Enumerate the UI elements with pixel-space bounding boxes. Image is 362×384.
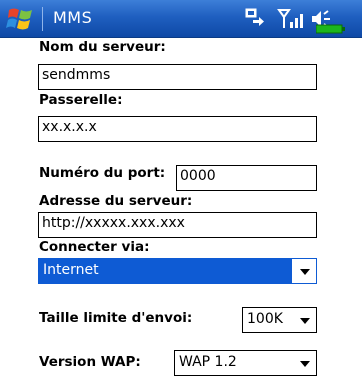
send-limit-label: Taille limite d'envoi: xyxy=(39,310,193,326)
wap-version-value: WAP 1.2 xyxy=(179,354,237,370)
battery-icon[interactable] xyxy=(316,24,346,34)
windows-start-icon[interactable] xyxy=(6,6,34,32)
server-address-label: Adresse du serveur: xyxy=(39,193,193,209)
connect-via-value: Internet xyxy=(43,262,99,278)
wap-version-select[interactable]: WAP 1.2 xyxy=(174,350,317,376)
port-label: Numéro du port: xyxy=(39,165,166,181)
connect-via-label: Connecter via: xyxy=(39,239,150,255)
send-limit-select[interactable]: 100K xyxy=(242,307,317,333)
chevron-down-icon xyxy=(300,269,310,275)
title-bar: MMS xyxy=(0,0,362,38)
server-name-label: Nom du serveur: xyxy=(39,39,166,55)
chevron-down-icon xyxy=(300,318,310,324)
send-limit-value: 100K xyxy=(247,311,283,327)
wap-version-label: Version WAP: xyxy=(39,354,141,370)
title-separator xyxy=(42,7,43,31)
gateway-label: Passerelle: xyxy=(39,92,123,108)
window-title: MMS xyxy=(53,8,93,27)
connect-via-dropdown-button[interactable] xyxy=(292,259,316,283)
connectivity-icon[interactable] xyxy=(244,6,268,30)
signal-icon[interactable] xyxy=(277,6,303,32)
chevron-down-icon xyxy=(300,361,310,367)
connect-via-select[interactable]: Internet xyxy=(38,258,317,284)
gateway-input[interactable]: xx.x.x.x xyxy=(38,116,317,142)
server-name-input[interactable]: sendmms xyxy=(38,64,317,90)
server-address-input[interactable]: http://xxxxx.xxx.xxx xyxy=(38,212,317,238)
port-input[interactable]: 0000 xyxy=(176,165,317,191)
